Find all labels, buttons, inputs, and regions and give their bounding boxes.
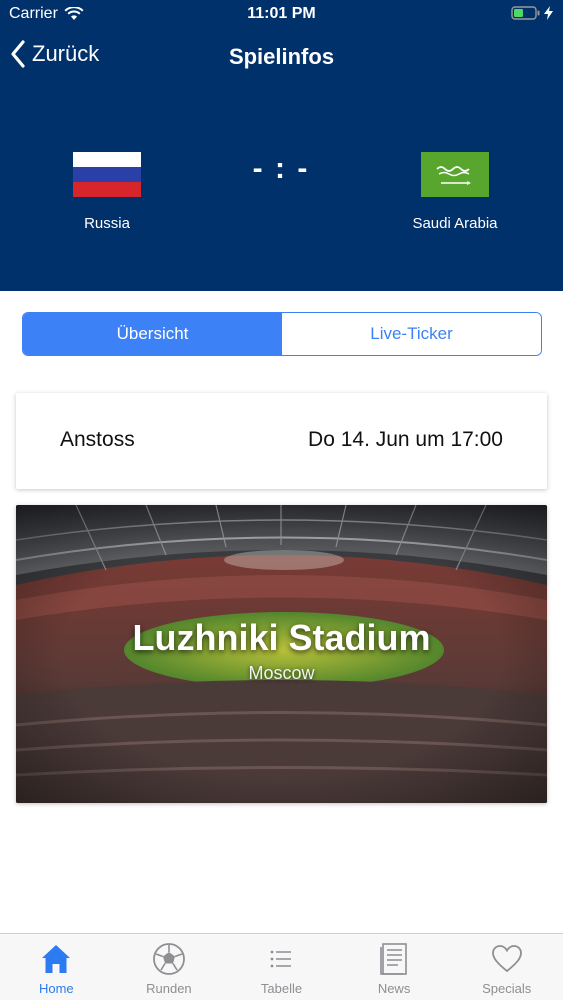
heart-icon — [491, 945, 522, 973]
match-score: - : - — [252, 152, 310, 185]
battery-indicator — [511, 6, 553, 20]
tab-news-label: News — [377, 981, 411, 996]
tab-home-label: Home — [38, 981, 74, 996]
segmented-control: Übersicht Live-Ticker — [22, 312, 542, 356]
battery-icon — [511, 6, 540, 20]
tab-news[interactable]: News — [338, 934, 451, 1000]
stadium-card[interactable]: Luzhniki Stadium Moscow — [16, 505, 547, 803]
segment-overview[interactable]: Übersicht — [23, 313, 282, 355]
tab-tabelle[interactable]: Tabelle — [225, 934, 338, 1000]
tab-tabelle-label: Tabelle — [260, 981, 303, 996]
football-icon — [152, 943, 185, 975]
home-icon — [42, 945, 71, 973]
tab-runden-label: Runden — [146, 981, 192, 996]
kickoff-datetime: Do 14. Jun um 17:00 — [308, 428, 503, 451]
stadium-name: Luzhniki Stadium — [132, 617, 431, 658]
saudi-arabia-flag-icon — [421, 152, 489, 197]
kickoff-label: Anstoss — [60, 428, 135, 451]
tab-specials[interactable]: Specials — [450, 934, 563, 1000]
list-icon — [271, 950, 292, 968]
stadium-city: Moscow — [248, 663, 315, 683]
navigation-bar: Zurück Spielinfos — [0, 38, 563, 78]
tab-home[interactable]: Home — [0, 934, 113, 1000]
kickoff-card: Anstoss Do 14. Jun um 17:00 — [16, 393, 547, 489]
home-team: Russia — [32, 152, 182, 232]
tab-runden[interactable]: Runden — [113, 934, 226, 1000]
status-bar: Carrier 11:01 PM — [0, 0, 563, 30]
home-team-name: Russia — [84, 215, 130, 232]
clock: 11:01 PM — [247, 5, 316, 22]
tab-specials-label: Specials — [482, 981, 532, 996]
russia-flag-icon — [73, 152, 141, 197]
tab-bar: Home Runden Tabelle News Specials — [0, 933, 563, 1000]
match-header: Carrier 11:01 PM Zurück Spielinfos Russi… — [0, 0, 563, 291]
page-title: Spielinfos — [228, 44, 335, 69]
away-team: Saudi Arabia — [380, 152, 530, 232]
away-team-name: Saudi Arabia — [412, 215, 498, 232]
charging-bolt-icon — [544, 6, 553, 20]
segment-live-ticker[interactable]: Live-Ticker — [282, 313, 541, 355]
news-icon — [380, 943, 407, 975]
